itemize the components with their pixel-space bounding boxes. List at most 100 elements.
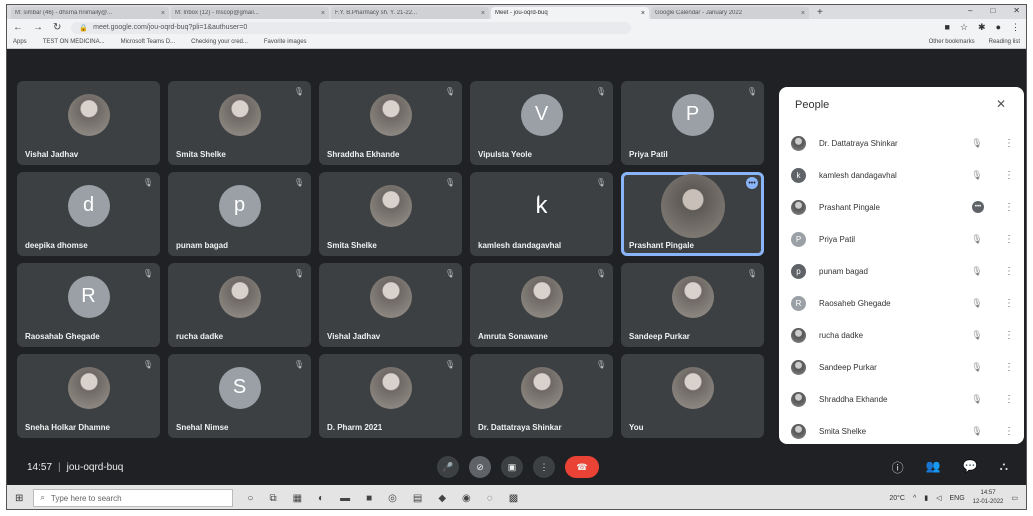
chrome-icon[interactable]: ◉ xyxy=(462,493,471,504)
participant-tile[interactable]: You xyxy=(621,354,764,438)
participant-tile[interactable]: d 🎙 deepika dhomse xyxy=(17,172,160,256)
participant-tile[interactable]: 🎙 Shraddha Ekhande xyxy=(319,81,462,165)
camera-indicator-icon[interactable]: ■ xyxy=(945,22,950,33)
participant-tile[interactable]: 🎙 Sneha Holkar Dhamne xyxy=(17,354,160,438)
chat-icon[interactable]: 💬 xyxy=(963,459,978,476)
cortana-icon[interactable]: ○ xyxy=(247,493,253,504)
reload-icon[interactable]: ↻ xyxy=(53,22,61,33)
bookmark-item[interactable]: TEST ON MEDICINA... xyxy=(43,39,105,45)
people-list-item[interactable]: Dr. Dattatraya Shinkar 🎙 ⋮ xyxy=(791,127,1014,159)
volume-icon[interactable]: ◁ xyxy=(936,494,941,502)
app-icon[interactable]: ◐ xyxy=(318,493,324,504)
new-tab-icon[interactable]: + xyxy=(811,7,829,19)
menu-kebab-icon[interactable]: ⋮ xyxy=(1011,22,1020,33)
app-icon[interactable]: ■ xyxy=(366,493,372,504)
info-icon[interactable]: ⓘ xyxy=(892,459,904,476)
taskbar-search[interactable]: ⌕ Type here to search xyxy=(33,489,234,507)
participant-tile[interactable]: 🎙 D. Pharm 2021 xyxy=(319,354,462,438)
bookmark-item[interactable]: Favorite images xyxy=(264,39,307,45)
more-options-icon[interactable]: ⋮ xyxy=(1004,426,1014,437)
end-call-button[interactable]: ☎ xyxy=(565,456,599,478)
bookmark-item[interactable]: Reading list xyxy=(989,39,1020,45)
more-options-button[interactable]: ⋮ xyxy=(533,456,555,478)
more-options-icon[interactable]: ⋮ xyxy=(1004,298,1014,309)
close-tab-icon[interactable]: × xyxy=(641,10,645,17)
close-window-icon[interactable]: ✕ xyxy=(1013,6,1020,15)
forward-icon[interactable]: → xyxy=(33,22,43,33)
app-icon[interactable]: ▩ xyxy=(509,493,518,504)
camera-off-button[interactable]: ⊘ xyxy=(469,456,491,478)
app-icon[interactable]: ◌ xyxy=(487,493,493,504)
people-list-item[interactable]: p punam bagad 🎙 ⋮ xyxy=(791,255,1014,287)
more-options-icon[interactable]: ⋮ xyxy=(1004,138,1014,149)
participant-tile[interactable]: Vishal Jadhav xyxy=(17,81,160,165)
browser-tab[interactable]: M: Inbox (12) - mscop@gmail... × xyxy=(171,7,329,19)
more-options-icon[interactable]: ⋮ xyxy=(1004,170,1014,181)
bookmark-item[interactable]: Apps xyxy=(13,39,27,45)
profile-icon[interactable]: ● xyxy=(996,22,1001,33)
app-icon[interactable]: ◆ xyxy=(438,493,446,504)
extensions-icon[interactable]: ✱ xyxy=(978,22,986,33)
file-explorer-icon[interactable]: ▬ xyxy=(340,493,350,504)
browser-tab[interactable]: Google Calendar - January 2022 × xyxy=(651,7,809,19)
close-tab-icon[interactable]: × xyxy=(161,10,165,17)
minimize-icon[interactable]: – xyxy=(968,6,972,15)
people-list-item[interactable]: k kamlesh dandagavhal 🎙 ⋮ xyxy=(791,159,1014,191)
weather-text[interactable]: 20°C xyxy=(889,495,905,502)
people-list-item[interactable]: P Priya Patil 🎙 ⋮ xyxy=(791,223,1014,255)
bookmark-item[interactable]: Other bookmarks xyxy=(929,39,975,45)
close-tab-icon[interactable]: × xyxy=(321,10,325,17)
participant-tile[interactable]: 🎙 Sandeep Purkar xyxy=(621,263,764,347)
clock[interactable]: 14:57 12-01-2022 xyxy=(973,489,1004,507)
people-list-item[interactable]: rucha dadke 🎙 ⋮ xyxy=(791,319,1014,351)
more-options-icon[interactable]: ⋮ xyxy=(1004,266,1014,277)
participant-tile[interactable]: p 🎙 punam bagad xyxy=(168,172,311,256)
participant-tile[interactable]: 🎙 rucha dadke xyxy=(168,263,311,347)
maximize-icon[interactable]: □ xyxy=(990,6,995,15)
close-icon[interactable]: ✕ xyxy=(996,97,1006,111)
participant-tile[interactable]: 🎙 Vishal Jadhav xyxy=(319,263,462,347)
people-list-item[interactable]: Shraddha Ekhande 🎙 ⋮ xyxy=(791,383,1014,415)
participant-tile[interactable]: ••• Prashant Pingale xyxy=(621,172,764,256)
people-list-item[interactable]: Sandeep Purkar 🎙 ⋮ xyxy=(791,351,1014,383)
bookmark-item[interactable]: Checking your cred... xyxy=(191,39,248,45)
url-input[interactable]: 🔒 meet.google.com/jou-oqrd-buq?pli=1&aut… xyxy=(71,21,632,34)
network-icon[interactable]: ▮ xyxy=(924,494,928,502)
participant-tile[interactable]: V 🎙 Vipulsta Yeole xyxy=(470,81,613,165)
task-view-icon[interactable]: ⧉ xyxy=(269,493,276,504)
more-options-icon[interactable]: ⋮ xyxy=(1004,234,1014,245)
bookmark-item[interactable]: Microsoft Teams D... xyxy=(121,39,176,45)
more-options-icon[interactable]: ⋮ xyxy=(1004,330,1014,341)
participant-tile[interactable]: 🎙 Dr. Dattatraya Shinkar xyxy=(470,354,613,438)
participant-tile[interactable]: R 🎙 Raosahab Ghegade xyxy=(17,263,160,347)
browser-tab[interactable]: Meet - jou-oqrd-buq × xyxy=(491,7,649,19)
captions-button[interactable]: ▣ xyxy=(501,456,523,478)
app-icon[interactable]: ▤ xyxy=(413,493,422,504)
participant-tile[interactable]: 🎙 Smita Shelke xyxy=(168,81,311,165)
participant-tile[interactable]: S 🎙 Snehal Nimse xyxy=(168,354,311,438)
language-text[interactable]: ENG xyxy=(950,495,965,502)
windows-start-icon[interactable]: ⊞ xyxy=(15,493,23,504)
people-list-item[interactable]: Smita Shelke 🎙 ⋮ xyxy=(791,415,1014,444)
app-icon[interactable]: ▦ xyxy=(293,493,302,504)
tray-chevron-icon[interactable]: ^ xyxy=(913,495,916,502)
close-tab-icon[interactable]: × xyxy=(481,10,485,17)
activities-icon[interactable]: ⛬ xyxy=(1000,459,1008,476)
microphone-button[interactable]: 🎤 xyxy=(437,456,459,478)
participant-tile[interactable]: P 🎙 Priya Patil xyxy=(621,81,764,165)
participant-tile[interactable]: 🎙 Amruta Sonawane xyxy=(470,263,613,347)
browser-tab[interactable]: F.Y. B.Pharmacy sh. Y. 21-22... × xyxy=(331,7,489,19)
people-list-item[interactable]: R Raosaheb Ghegade 🎙 ⋮ xyxy=(791,287,1014,319)
browser-tab[interactable]: M: simbar (46) - dhsrna hnimaily@... × xyxy=(11,7,169,19)
back-icon[interactable]: ← xyxy=(13,22,23,33)
more-options-icon[interactable]: ⋮ xyxy=(1004,394,1014,405)
bookmark-star-icon[interactable]: ☆ xyxy=(960,22,968,33)
close-tab-icon[interactable]: × xyxy=(801,10,805,17)
more-options-icon[interactable]: ⋮ xyxy=(1004,202,1014,213)
more-options-icon[interactable]: ⋮ xyxy=(1004,362,1014,373)
participant-tile[interactable]: k 🎙 kamlesh dandagavhal xyxy=(470,172,613,256)
participant-tile[interactable]: 🎙 Smita Shelke xyxy=(319,172,462,256)
people-icon[interactable]: 👥 xyxy=(926,459,941,476)
app-icon[interactable]: ◎ xyxy=(388,493,397,504)
people-list-item[interactable]: Prashant Pingale ••• ⋮ xyxy=(791,191,1014,223)
